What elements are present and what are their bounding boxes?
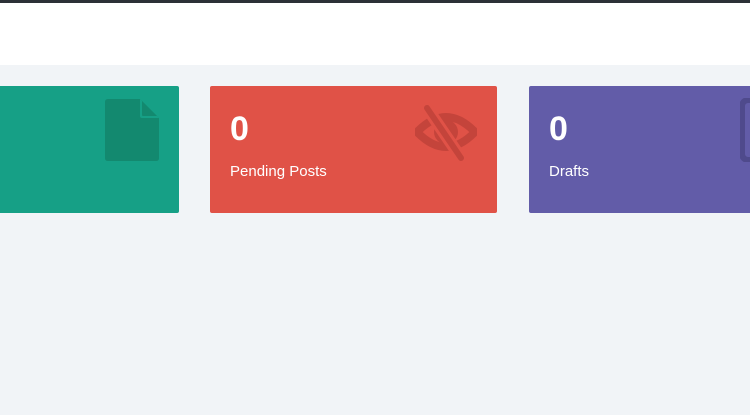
edit-icon [740,98,750,162]
drafts-count: 0 [549,110,568,148]
dashboard-content: 0 Pending Posts 0 Drafts [0,65,750,415]
pending-posts-label: Pending Posts [230,163,327,180]
drafts-label: Drafts [549,163,590,180]
eye-slash-icon [415,102,477,162]
top-header-bar [0,3,750,65]
document-icon [105,99,159,161]
pending-posts-count: 0 [230,110,249,148]
drafts-card[interactable]: 0 Drafts [529,86,750,213]
pending-posts-card[interactable]: 0 Pending Posts [210,86,497,213]
published-posts-card[interactable] [0,86,179,213]
